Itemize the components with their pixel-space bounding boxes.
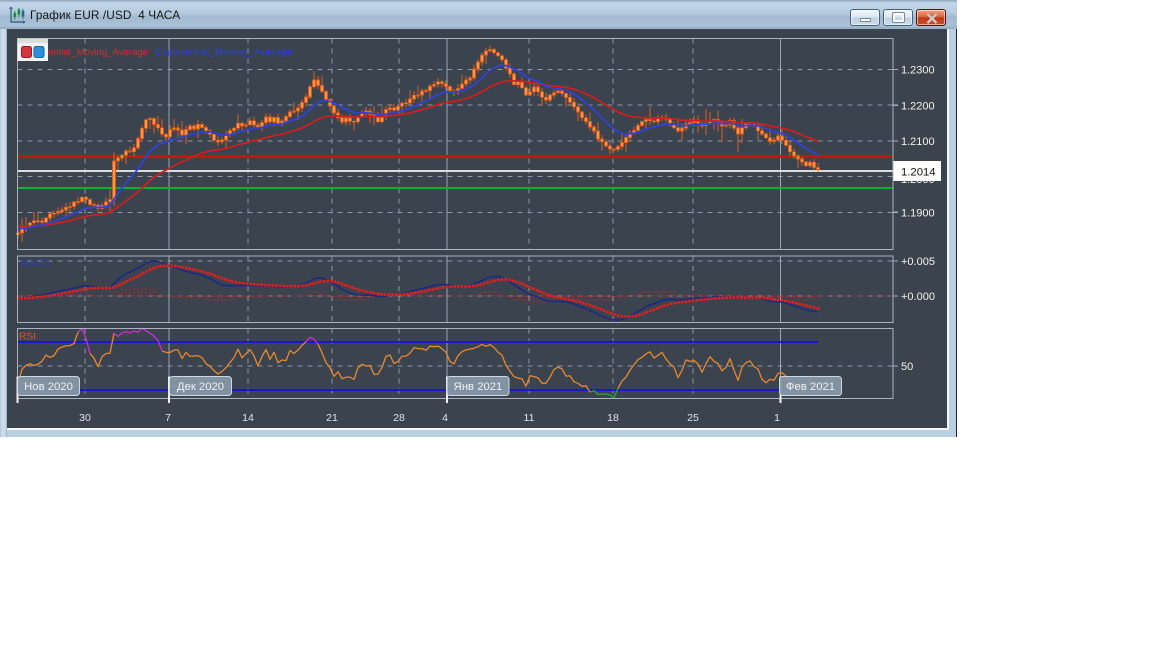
svg-text:Фев 2021: Фев 2021 xyxy=(786,381,835,393)
svg-text:1.2200: 1.2200 xyxy=(901,100,935,112)
svg-text:11: 11 xyxy=(524,412,535,424)
svg-text:1.2300: 1.2300 xyxy=(901,65,935,77)
svg-text:RSI: RSI xyxy=(19,332,36,343)
svg-text:50: 50 xyxy=(901,361,913,373)
svg-text:1.2100: 1.2100 xyxy=(901,136,935,148)
svg-text:21: 21 xyxy=(326,412,338,424)
svg-text:30: 30 xyxy=(79,412,91,424)
svg-text:28: 28 xyxy=(393,412,405,424)
svg-text:18: 18 xyxy=(607,412,619,424)
svg-text:1.2014: 1.2014 xyxy=(901,167,936,179)
svg-text:1.1900: 1.1900 xyxy=(901,208,935,220)
svg-text:Нов 2020: Нов 2020 xyxy=(24,381,73,393)
svg-text:MACD: MACD xyxy=(20,259,50,270)
svg-text:4: 4 xyxy=(442,412,448,424)
svg-text:+0.000: +0.000 xyxy=(901,291,935,303)
svg-text:Дек 2020: Дек 2020 xyxy=(177,381,224,393)
svg-text:Exponential_Moving_Average: Exponential_Moving_Average xyxy=(156,47,292,58)
svg-text:Янв 2021: Янв 2021 xyxy=(454,381,503,393)
svg-text:7: 7 xyxy=(165,412,171,424)
svg-text:ential_Moving_Average: ential_Moving_Average xyxy=(48,47,148,58)
svg-text:1: 1 xyxy=(774,412,780,424)
svg-text:14: 14 xyxy=(242,412,254,424)
svg-text:+0.005: +0.005 xyxy=(901,256,935,268)
svg-text:25: 25 xyxy=(687,412,699,424)
